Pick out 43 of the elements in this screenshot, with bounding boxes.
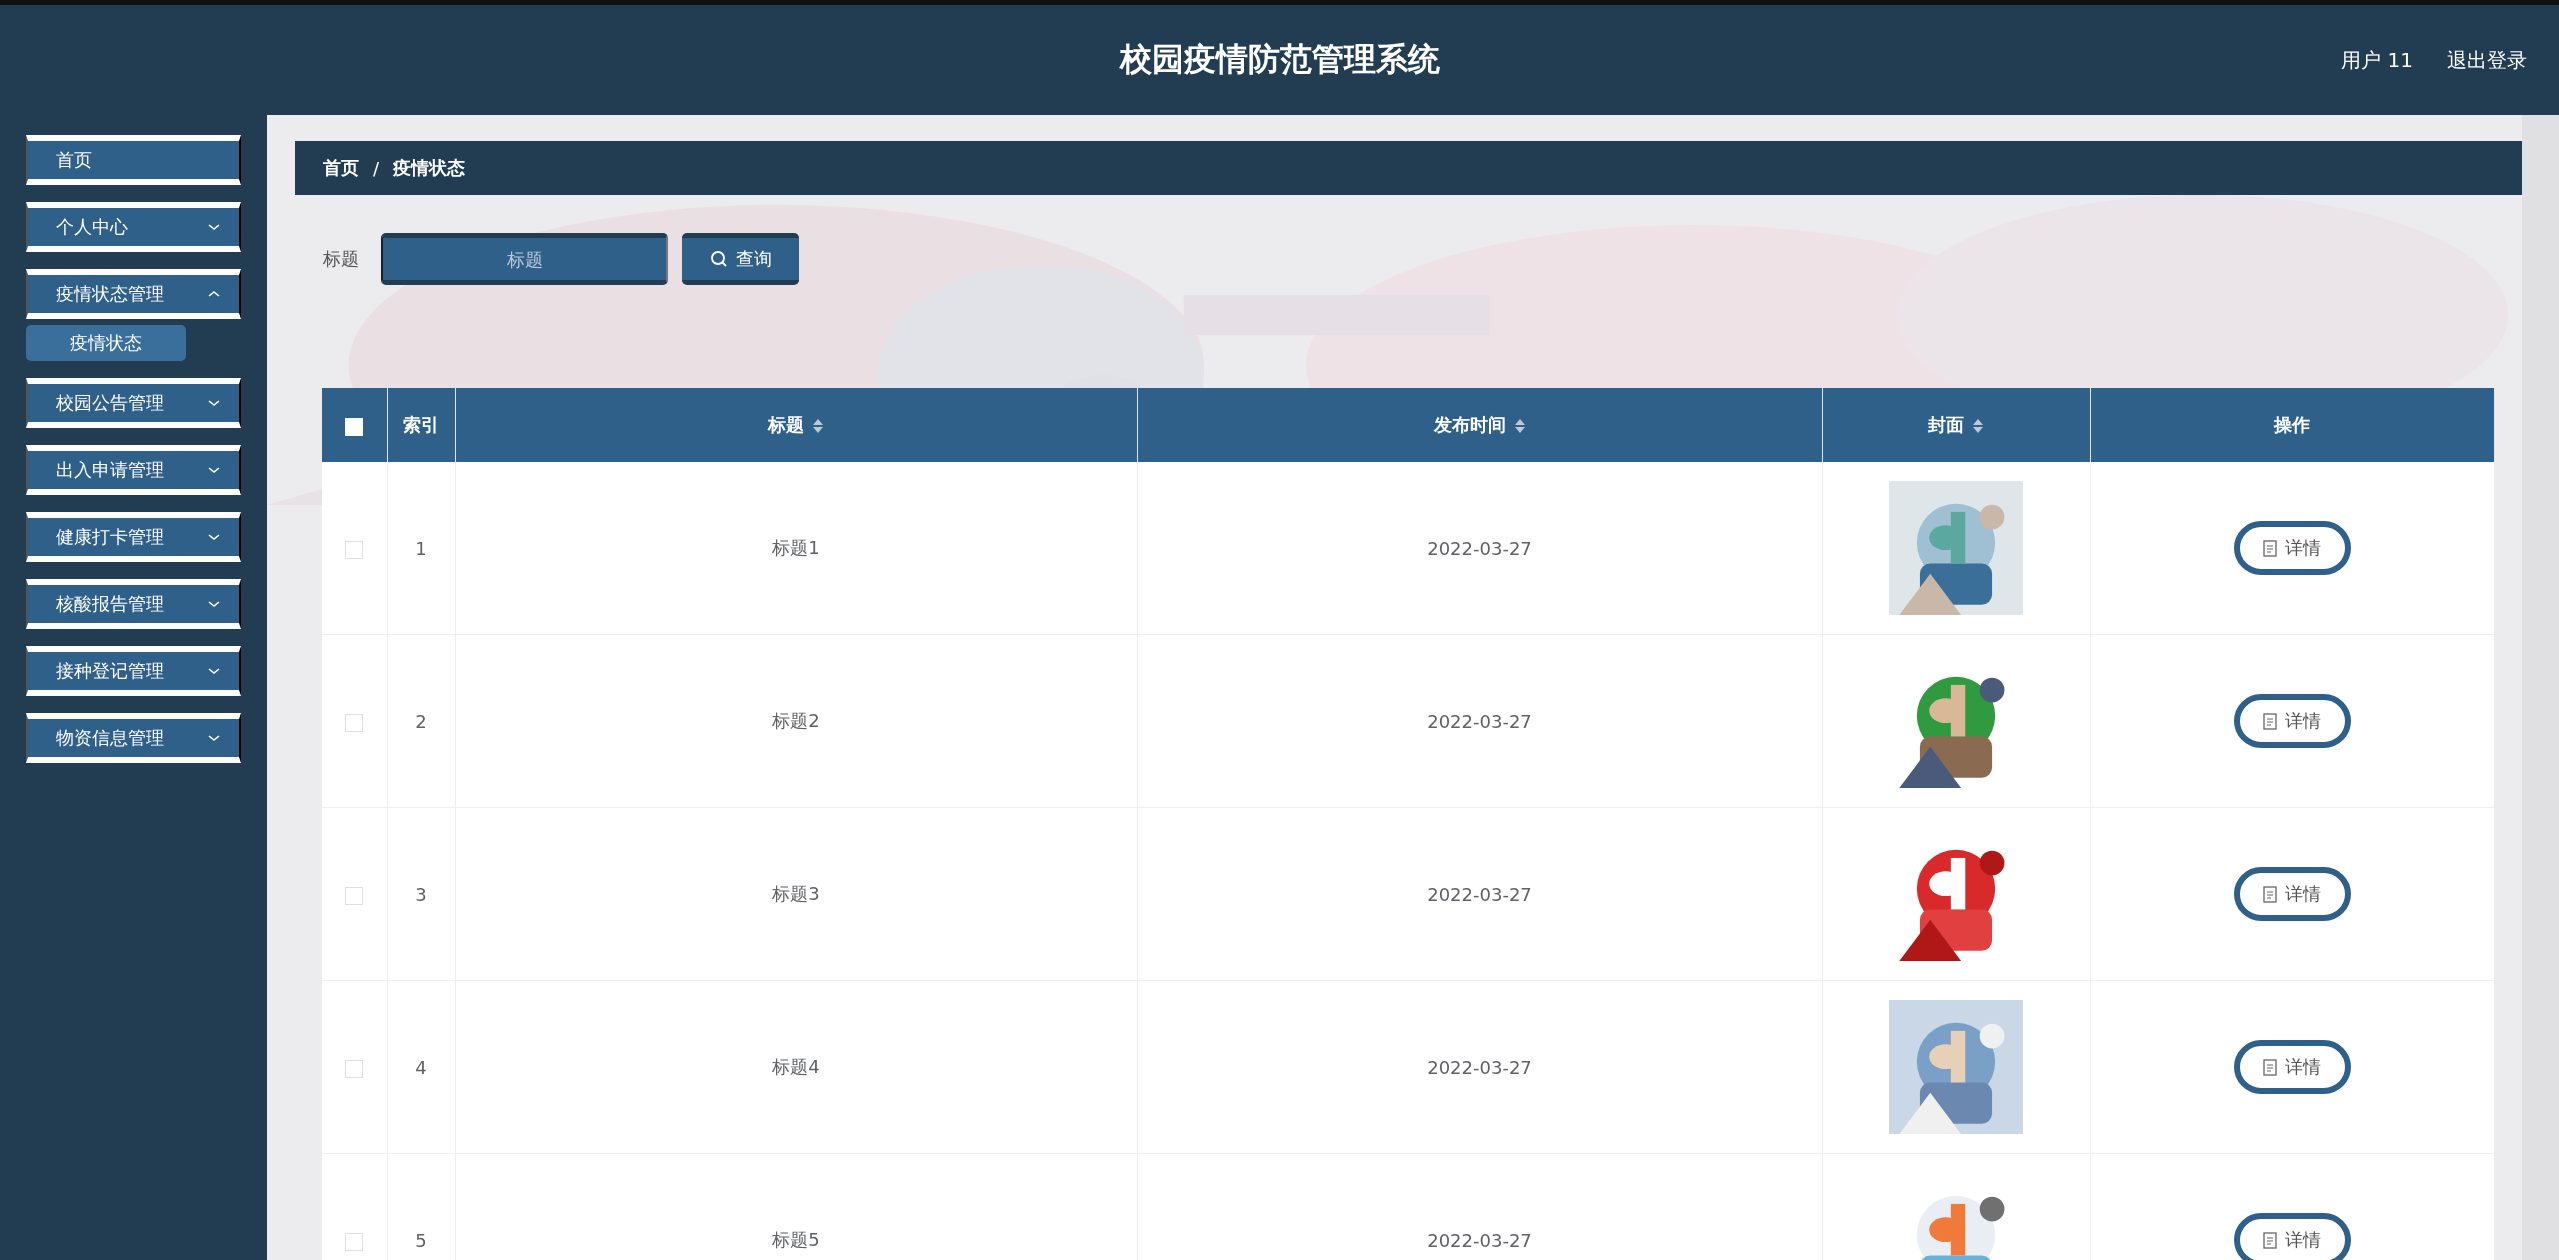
row-checkbox[interactable] xyxy=(345,540,364,559)
detail-button[interactable]: 详情 xyxy=(2233,867,2351,921)
sidebar-item[interactable]: 物资信息管理 xyxy=(26,713,241,763)
logout-link[interactable]: 退出登录 xyxy=(2447,46,2527,74)
sidebar-item[interactable]: 疫情状态管理 xyxy=(26,269,241,319)
table-cell: 标题4 xyxy=(772,1056,820,1077)
sidebar-item[interactable]: 核酸报告管理 xyxy=(26,579,241,629)
submenu-item[interactable]: 疫情状态 xyxy=(26,325,186,361)
table-cell: 标题2 xyxy=(772,710,820,731)
sidebar-item[interactable]: 校园公告管理 xyxy=(26,378,241,428)
table-cell: 4 xyxy=(415,1056,427,1078)
table-cell: 5 xyxy=(415,1229,427,1251)
detail-button[interactable]: 详情 xyxy=(2233,1040,2351,1094)
document-icon xyxy=(2263,885,2278,903)
table-cell: 2022-03-27 xyxy=(1427,1056,1532,1078)
user-name[interactable]: 用户 11 xyxy=(2341,46,2413,74)
table-cell: 3 xyxy=(415,883,427,905)
sidebar-item[interactable]: 出入申请管理 xyxy=(26,445,241,495)
table-cell: 标题5 xyxy=(772,1229,820,1250)
table-cell: 2022-03-27 xyxy=(1427,537,1532,559)
sidebar-item[interactable]: 个人中心 xyxy=(26,202,241,252)
document-icon xyxy=(2263,539,2278,557)
detail-button[interactable]: 详情 xyxy=(2233,521,2351,575)
row-checkbox[interactable] xyxy=(345,1059,364,1078)
document-icon xyxy=(2263,1058,2278,1076)
app-title: 校园疫情防范管理系统 xyxy=(1119,39,1440,80)
sidebar-item[interactable]: 首页 xyxy=(26,135,241,185)
table-cell: 标题3 xyxy=(772,883,820,904)
table-cell: 1 xyxy=(415,537,427,559)
row-checkbox[interactable] xyxy=(345,886,364,905)
document-icon xyxy=(2263,712,2278,730)
table-cell: 2022-03-27 xyxy=(1427,1229,1532,1251)
table-cell: 2022-03-27 xyxy=(1427,710,1532,732)
table-cell: 2 xyxy=(415,710,427,732)
detail-button[interactable]: 详情 xyxy=(2233,1213,2351,1260)
row-checkbox[interactable] xyxy=(345,713,364,732)
document-icon xyxy=(2263,1231,2278,1249)
table-cell: 标题1 xyxy=(772,537,820,558)
detail-button[interactable]: 详情 xyxy=(2233,694,2351,748)
row-checkbox[interactable] xyxy=(345,1232,364,1251)
sidebar-item[interactable]: 接种登记管理 xyxy=(26,646,241,696)
table-cell: 2022-03-27 xyxy=(1427,883,1532,905)
sidebar-item[interactable]: 健康打卡管理 xyxy=(26,512,241,562)
